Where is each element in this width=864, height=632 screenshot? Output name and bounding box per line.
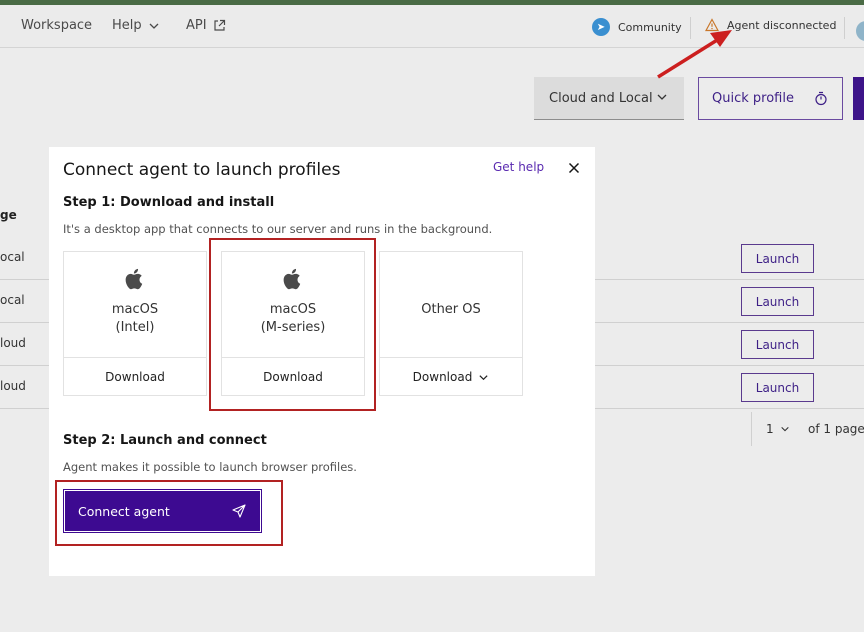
nav-api[interactable]: API [186, 18, 226, 33]
chevron-down-icon [657, 94, 667, 100]
os-name: macOS [111, 302, 159, 317]
apple-icon [125, 268, 143, 290]
table-cell: loud [0, 379, 26, 393]
download-button[interactable]: Download [64, 357, 206, 396]
avatar[interactable] [856, 21, 864, 41]
nav-help[interactable]: Help [112, 18, 160, 33]
step1-title: Step 1: Download and install [63, 195, 275, 210]
nav-workspace[interactable]: Workspace [21, 18, 92, 33]
new-profile-button[interactable] [853, 77, 864, 120]
chevron-down-icon [479, 374, 488, 380]
annotation-arrow-icon [657, 30, 732, 79]
step1-description: It's a desktop app that connects to our … [63, 222, 493, 236]
page-count: of 1 page [808, 422, 864, 436]
page-select[interactable]: 1 [766, 422, 790, 436]
table-cell: loud [0, 336, 26, 350]
download-dropdown-button[interactable]: Download [380, 357, 522, 396]
pagination: 1 of 1 page [751, 412, 864, 446]
get-help-link[interactable]: Get help [493, 160, 544, 174]
column-header: ge [0, 208, 17, 222]
close-icon[interactable] [567, 161, 581, 175]
chevron-down-icon [149, 23, 159, 29]
step2-description: Agent makes it possible to launch browse… [63, 460, 357, 474]
highlight-box [209, 238, 376, 411]
os-variant: (Intel) [115, 320, 155, 335]
telegram-icon: ➤ [592, 18, 610, 36]
launch-button[interactable]: Launch [741, 287, 814, 316]
os-option-macos-intel: macOS (Intel) Download [63, 251, 207, 396]
os-name: Other OS [421, 302, 481, 317]
launch-button[interactable]: Launch [741, 373, 814, 402]
table-cell: ocal [0, 293, 25, 307]
chevron-down-icon [780, 426, 789, 432]
table-cell: ocal [0, 250, 25, 264]
dialog-title: Connect agent to launch profiles [63, 160, 341, 180]
external-link-icon [213, 19, 225, 31]
timer-icon [815, 91, 827, 106]
launch-button[interactable]: Launch [741, 244, 814, 273]
step2-title: Step 2: Launch and connect [63, 433, 267, 448]
nav-divider [844, 17, 845, 39]
launch-button[interactable]: Launch [741, 330, 814, 359]
os-option-other: Other OS Download [379, 251, 523, 396]
highlight-box [55, 480, 283, 546]
